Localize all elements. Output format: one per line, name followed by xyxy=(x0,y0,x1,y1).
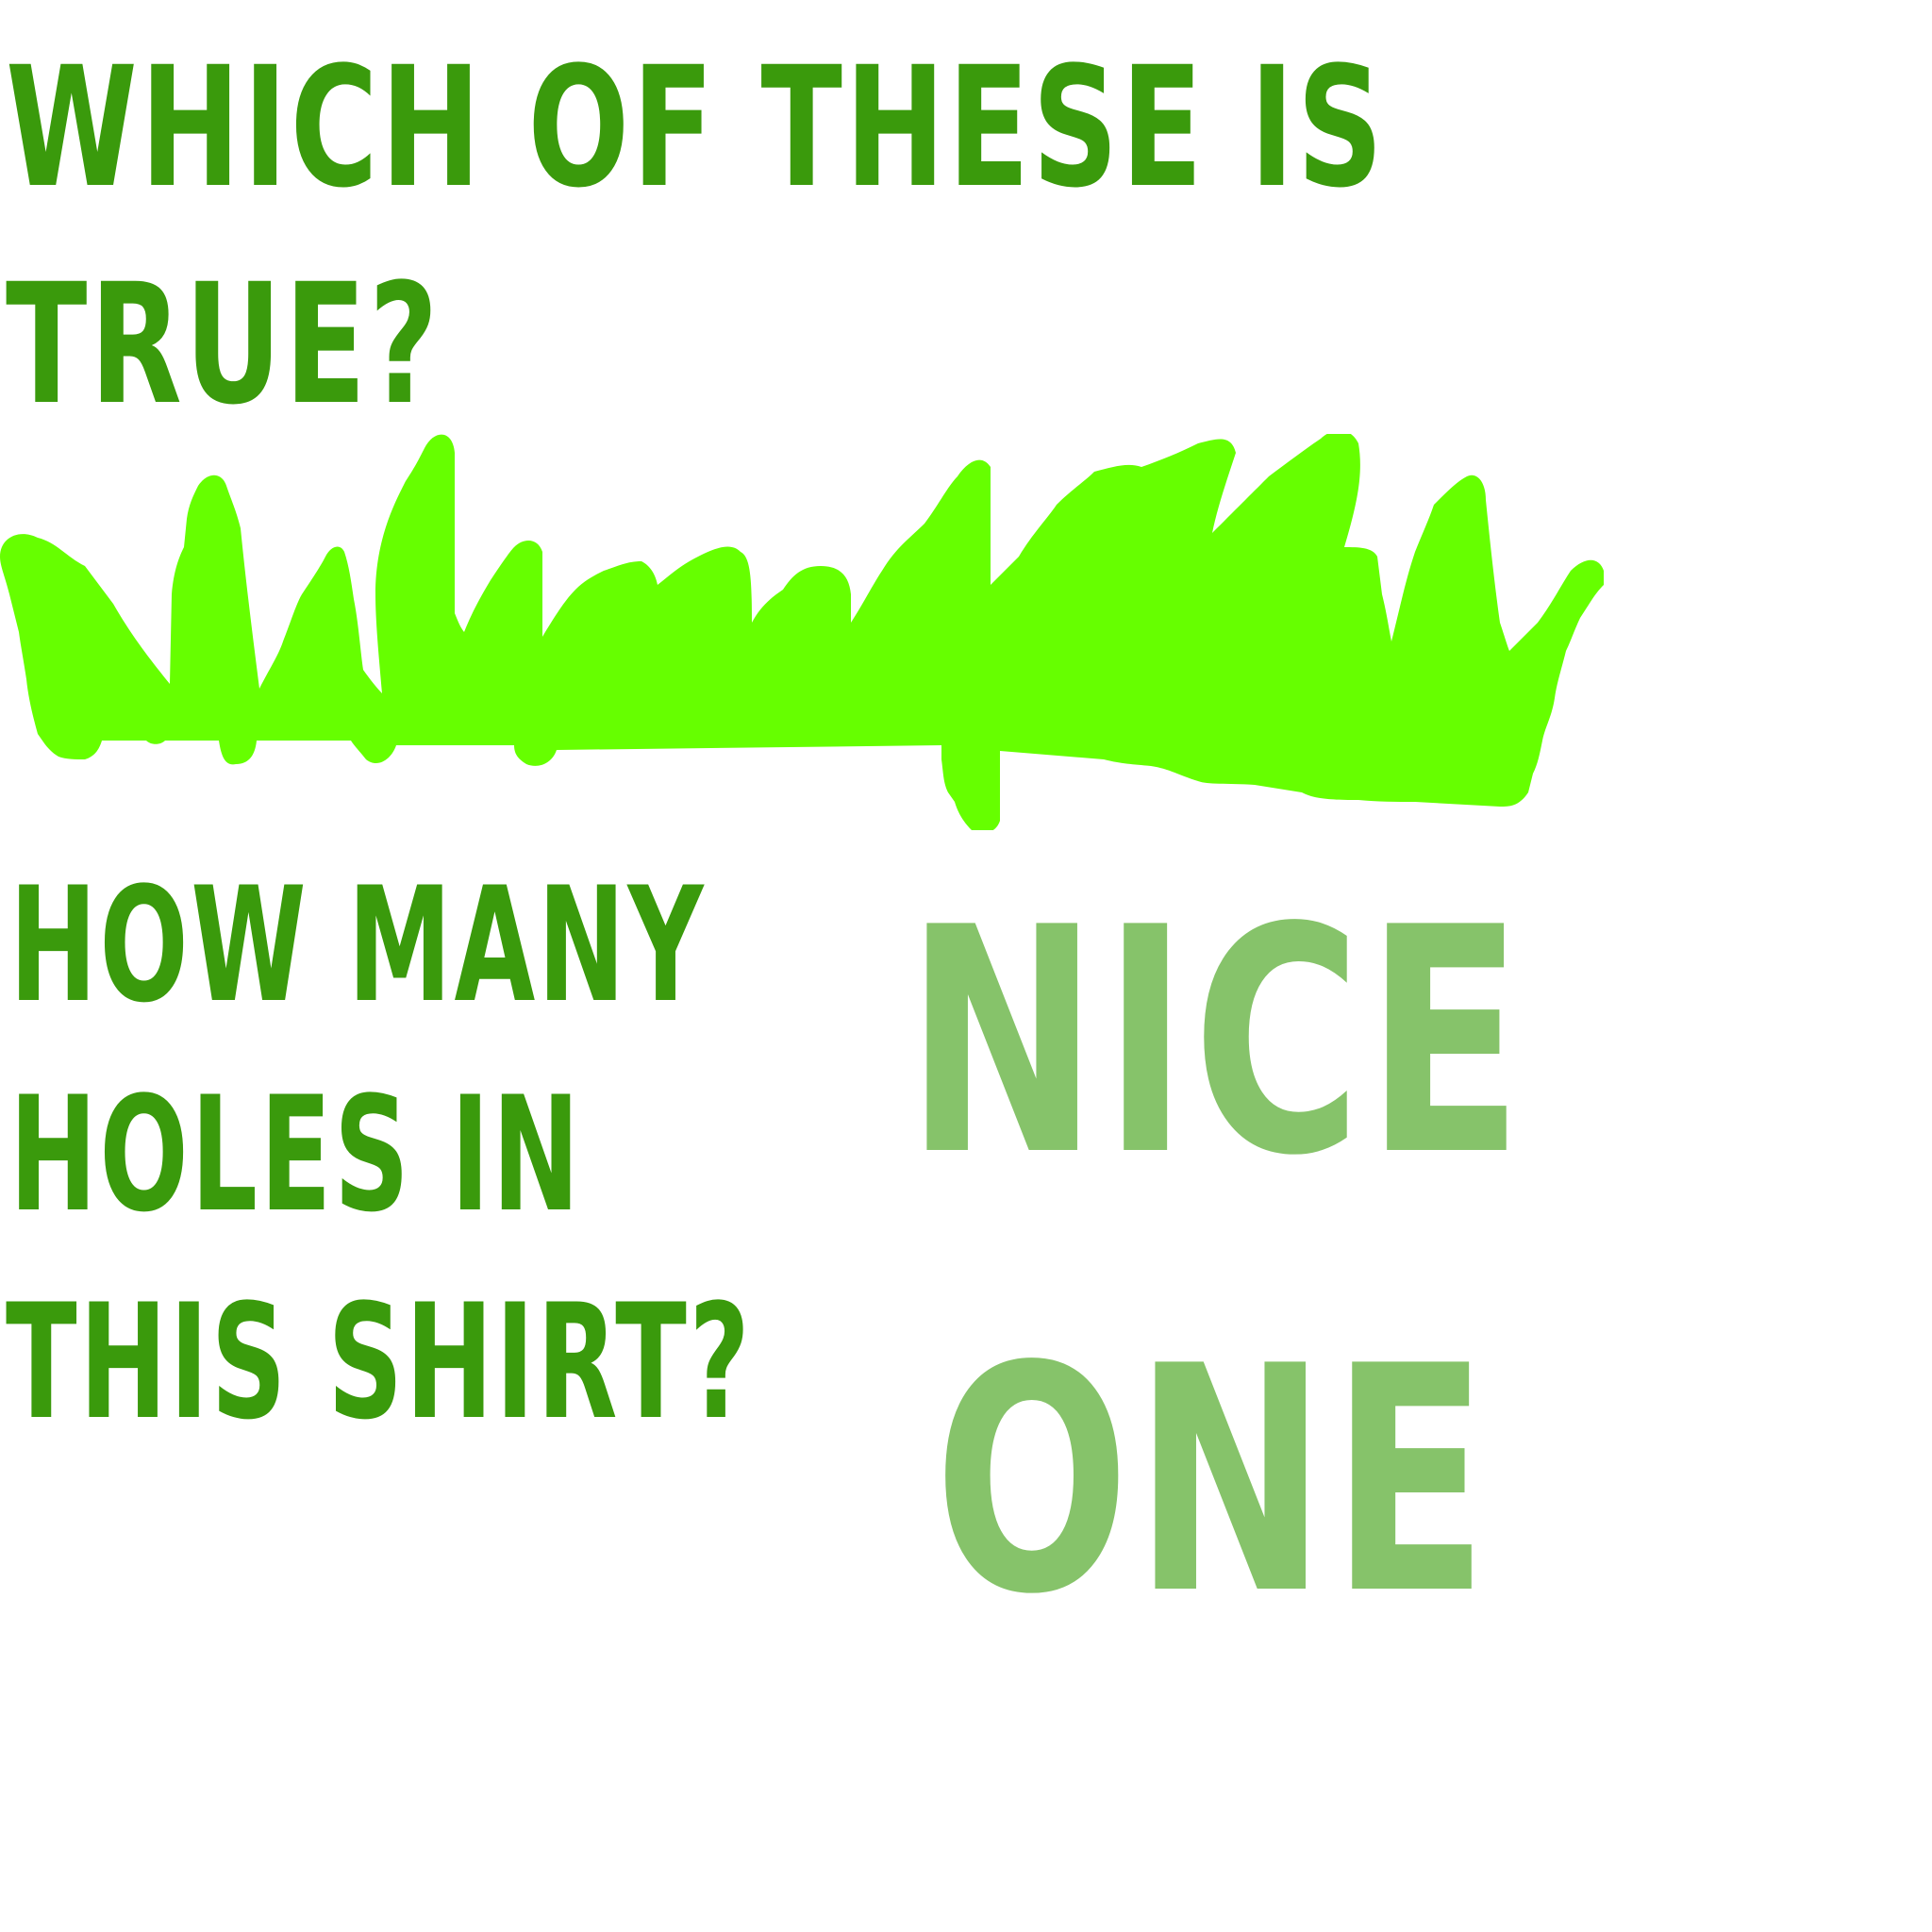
canvas: WHICH OF THESE IS TRUE? HOW MANY HOLES I… xyxy=(0,0,1932,1932)
question-one-line-2: TRUE? xyxy=(6,248,441,441)
grass-blades xyxy=(0,434,1604,830)
grass-illustration xyxy=(0,434,1604,830)
answer-line-2: ONE xyxy=(934,1300,1493,1662)
answer-line-1: NICE xyxy=(906,861,1528,1224)
question-one-line-1: WHICH OF THESE IS xyxy=(6,31,1386,225)
question-two-line-1: HOW MANY xyxy=(9,853,707,1038)
question-two-line-3: THIS SHIRT? xyxy=(6,1270,753,1455)
question-two-line-2: HOLES IN xyxy=(9,1062,583,1247)
